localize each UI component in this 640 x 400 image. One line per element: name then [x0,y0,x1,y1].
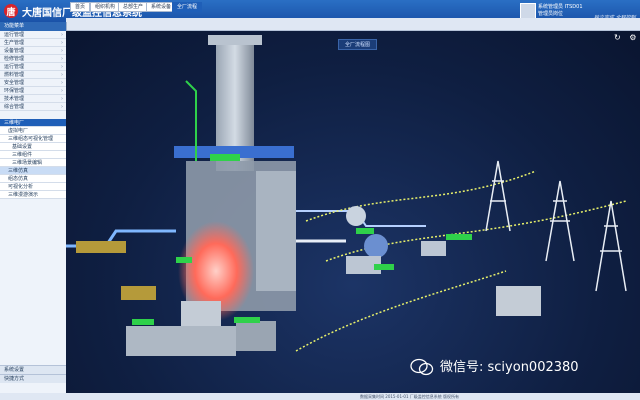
tab-home[interactable]: 首页 [70,2,91,12]
tab-bar [66,18,640,31]
wechat-icon [410,358,434,376]
sidebar-item[interactable]: 综合管理 › [0,103,66,111]
sidebar: 功能菜单 运行管理 › 生产管理 › 设备管理 › 检修管理 › 运行管理 › 燃料管理 ›… [0,22,67,400]
sidebar-item[interactable]: 检修管理 › [0,55,66,63]
plant-3d-view[interactable]: 全厂流程图 ↻ ⚙ [66,31,640,393]
sidebar-item[interactable]: 环保管理 › [0,87,66,95]
sidebar-item[interactable]: 设备管理 › [0,47,66,55]
avatar[interactable] [520,3,536,19]
sidebar-item-3d-sim[interactable]: 三维仿真 [0,167,66,175]
gear-icon[interactable]: ⚙ [629,33,636,42]
sidebar-item[interactable]: 生产管理 › [0,39,66,47]
sidebar-item[interactable]: 三维漫游演示 [0,191,66,199]
sidebar-item[interactable]: 三维场景编辑 [0,159,66,167]
sidebar-footer-settings[interactable]: 系统设置 [0,365,66,374]
user-name: 系统管理员 ITSD01 [538,4,583,10]
tab-hq[interactable]: 总部生产 [118,2,149,12]
refresh-icon[interactable]: ↻ [614,33,621,42]
sidebar-item-3d-plant[interactable]: 三维电厂 [0,119,66,127]
sidebar-item[interactable]: 可视化分析 [0,183,66,191]
sidebar-header: 功能菜单 [0,22,66,31]
wechat-watermark: 微信号: sciyon002380 [440,360,579,375]
sidebar-item[interactable]: 安全管理 › [0,79,66,87]
sidebar-item[interactable]: 虚拟电厂 [0,127,66,135]
user-role: 管理员岗位 [538,11,564,17]
sidebar-item[interactable]: 三维组件 [0,151,66,159]
sidebar-item[interactable]: 技术管理 › [0,95,66,103]
company-logo: 唐 [4,4,18,18]
sidebar-item[interactable]: 组态仿真 [0,175,66,183]
tab-org[interactable]: 组织机构 [90,2,121,12]
sidebar-item[interactable]: 运行管理 › [0,31,66,39]
status-bar: 数据采集时间 2015-01-01 厂级监控信息系统 版权所有 [0,393,640,400]
sidebar-footer-shortcut[interactable]: 快捷方式 [0,374,66,383]
scene-title: 全厂流程图 [338,39,378,50]
sidebar-item[interactable]: 三维组态可视化管理 [0,135,66,143]
scene-toolbar: ↻ ⚙ [614,33,636,42]
plant-scene-graphic [66,35,627,356]
tab-plant-flow[interactable]: 全厂流程 [172,2,203,12]
sidebar-item[interactable]: 燃料管理 › [0,71,66,79]
sidebar-item[interactable]: 基础设置 [0,143,66,151]
sidebar-item[interactable]: 运行管理 › [0,63,66,71]
